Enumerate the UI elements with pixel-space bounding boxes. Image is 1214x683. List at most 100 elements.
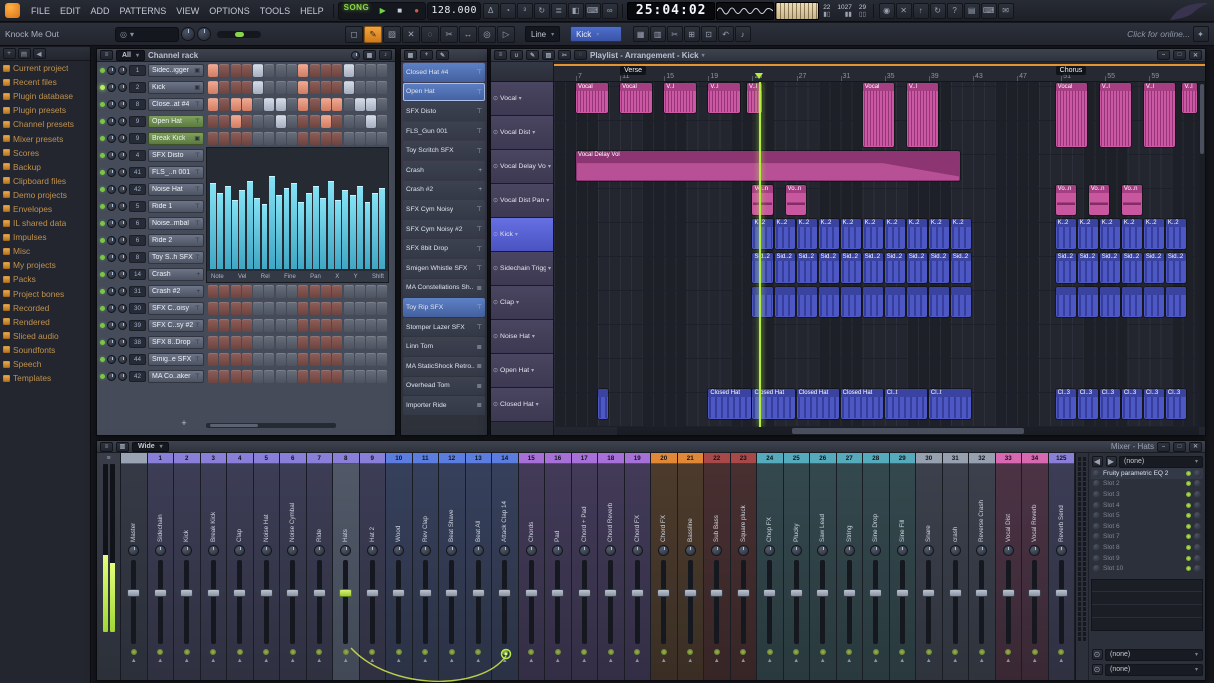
playlist-clip[interactable] [818, 287, 840, 317]
route-arrow-icon[interactable]: ▲ [475, 658, 481, 664]
step-cell[interactable] [275, 353, 286, 366]
velocity-bar[interactable] [261, 203, 268, 269]
playlist-clip[interactable]: Vo..n [752, 185, 773, 215]
mixer-route-number[interactable]: 2 [129, 82, 146, 93]
step-cell[interactable] [253, 115, 264, 128]
wait-input-icon[interactable]: ◔ [499, 2, 516, 19]
mixer-view-selector[interactable]: Wide ▾ [132, 441, 169, 452]
mixer-strip[interactable]: 12 Beat Shave ▲ [439, 453, 466, 680]
step-cell[interactable] [253, 319, 264, 332]
timeline-marker[interactable]: Chorus [1055, 66, 1087, 75]
select-tool[interactable]: ◻ [345, 25, 363, 43]
prev-icon[interactable]: ◀ [1091, 456, 1103, 467]
step-cell[interactable] [377, 98, 388, 111]
pan-knob[interactable] [711, 545, 723, 556]
step-cell[interactable] [320, 98, 331, 111]
step-cell[interactable] [377, 302, 388, 315]
playlist-clip[interactable] [774, 287, 796, 317]
plug-icon[interactable]: ⊙ [1091, 664, 1103, 675]
step-cell[interactable] [320, 336, 331, 349]
channel-enable-led[interactable] [100, 374, 105, 379]
volume-fader[interactable] [922, 560, 936, 644]
route-arrow-icon[interactable]: ▲ [396, 658, 402, 664]
step-cell[interactable] [208, 132, 218, 145]
channel-button[interactable]: SFX 8..Drop ⊤ [148, 336, 204, 349]
playlist-clip[interactable]: K..2 [1165, 219, 1187, 249]
step-cell[interactable] [332, 336, 343, 349]
route-arrow-icon[interactable]: ▲ [369, 658, 375, 664]
channel-button[interactable]: Sidec..igger ▣ [148, 64, 204, 77]
slot-knob[interactable] [1194, 543, 1201, 551]
mixer-strip[interactable]: Master ▲ [121, 453, 148, 680]
route-arrow-icon[interactable]: ▲ [555, 658, 561, 664]
playlist-clip[interactable]: Sid..2 [950, 253, 972, 283]
route-arrow-icon[interactable]: ▲ [449, 658, 455, 664]
current-track-panel[interactable]: ≡ [97, 453, 121, 680]
fader-thumb[interactable] [842, 588, 856, 597]
chevron-down-icon[interactable]: ▾ [515, 231, 518, 238]
step-cell[interactable] [275, 319, 286, 332]
step-cell[interactable] [332, 98, 343, 111]
velocity-bar[interactable] [357, 185, 364, 269]
rack-filter-selector[interactable]: All ▾ [116, 49, 145, 61]
metronome-icon[interactable]: Δ [482, 2, 499, 19]
send-selector[interactable]: (none) ▾ [1105, 648, 1203, 661]
channel-button[interactable]: Break Kick ▣ [148, 132, 204, 145]
draw-tool[interactable]: ✎ [364, 25, 382, 43]
paint-icon[interactable]: ▨ [542, 50, 555, 60]
step-cell[interactable] [366, 98, 377, 111]
mixer-route-number[interactable]: 4 [129, 150, 146, 161]
velocity-bar[interactable] [210, 183, 216, 269]
menu-icon[interactable]: ≡ [106, 455, 110, 462]
mute-led[interactable] [660, 649, 667, 655]
browser-item[interactable]: Backup [0, 160, 90, 174]
mixer-route-number[interactable]: 42 [129, 371, 146, 382]
collapse-icon[interactable]: ◀ [32, 48, 46, 59]
step-cell[interactable] [219, 81, 230, 94]
playlist-track-header[interactable]: ⊙ Closed Hat ▾ [491, 388, 553, 422]
mute-led[interactable] [422, 649, 429, 655]
route-arrow-icon[interactable]: ▲ [846, 658, 852, 664]
mixer-strip[interactable]: 21 Bassline ▲ [677, 453, 704, 680]
velocity-bar[interactable] [268, 176, 275, 269]
step-cell[interactable] [241, 319, 252, 332]
step-cell[interactable] [354, 336, 365, 349]
fader-thumb[interactable] [710, 588, 724, 597]
slot-enable-led[interactable] [1186, 523, 1191, 529]
mixer-strip[interactable]: 34 Vocal Reverb ▲ [1022, 453, 1049, 680]
slot-enable-led[interactable] [1186, 534, 1191, 540]
volume-knob[interactable] [118, 321, 127, 330]
velocity-bar[interactable] [327, 180, 334, 269]
pan-knob[interactable] [207, 545, 219, 556]
playlist-track-header[interactable]: ⊙ Vocal Dist Pan ▾ [491, 184, 553, 218]
browser-item[interactable]: Packs [0, 272, 90, 286]
step-cell[interactable] [343, 319, 354, 332]
fx-slot[interactable]: Slot 10 [1091, 563, 1203, 574]
paste-icon[interactable]: ⊡ [700, 26, 717, 42]
mixer-route-number[interactable]: 6 [129, 218, 146, 229]
step-cell[interactable] [309, 336, 320, 349]
playlist-clip[interactable] [752, 287, 773, 317]
fader-thumb[interactable] [975, 588, 989, 597]
pan-knob[interactable] [525, 545, 537, 556]
mixer-route-number[interactable]: 44 [129, 354, 146, 365]
channel-button[interactable]: SFX C..sy #2 ⊤ [148, 319, 204, 332]
step-cell[interactable] [320, 302, 331, 315]
channel-enable-led[interactable] [100, 221, 105, 226]
step-cell[interactable] [275, 132, 286, 145]
playlist-clip[interactable]: Sid..2 [818, 253, 840, 283]
playlist-clip[interactable]: Sid..2 [752, 253, 773, 283]
step-cell[interactable] [219, 302, 230, 315]
step-cell[interactable] [208, 319, 218, 332]
picker-item[interactable]: Crash #2 + [403, 180, 485, 200]
slot-knob[interactable] [1194, 480, 1201, 488]
slice-tool[interactable]: ✂ [440, 25, 458, 43]
mixer-route-number[interactable]: 38 [129, 337, 146, 348]
playlist-clip[interactable]: K..2 [862, 219, 884, 249]
step-cell[interactable] [320, 370, 331, 383]
route-arrow-icon[interactable]: ▲ [793, 658, 799, 664]
volume-fader[interactable] [630, 560, 644, 644]
mute-led[interactable] [687, 649, 694, 655]
playlist-clip[interactable]: Sid..2 [1099, 253, 1121, 283]
slot-knob[interactable] [1194, 490, 1201, 498]
